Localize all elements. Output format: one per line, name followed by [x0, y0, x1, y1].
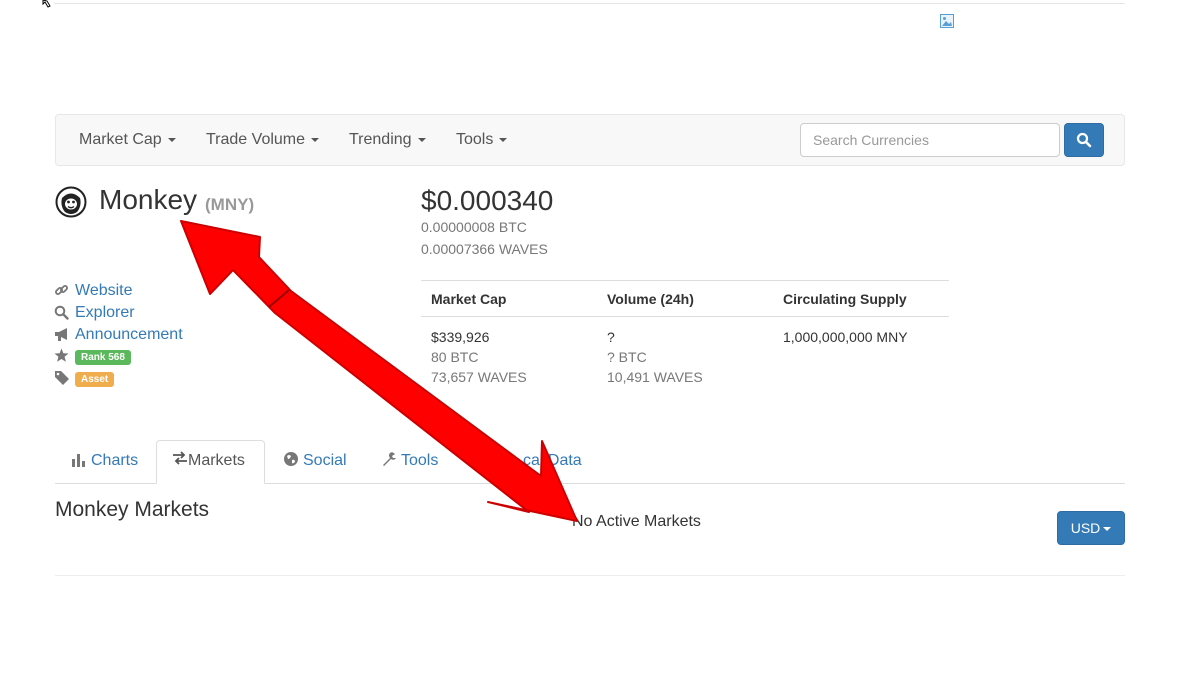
- currency-dropdown-button[interactable]: USD: [1057, 511, 1125, 545]
- tab-tools[interactable]: Tools: [381, 441, 438, 483]
- caret-down-icon: [167, 137, 176, 142]
- stats-header-border: [421, 316, 949, 317]
- star-icon: [54, 348, 69, 362]
- caret-down-icon: [417, 137, 426, 142]
- coin-logo-icon: [55, 186, 87, 218]
- type-badge: Asset: [75, 372, 115, 387]
- link-icon: [55, 285, 68, 295]
- volume-usd: ?: [607, 329, 615, 345]
- tag-icon: [55, 371, 69, 385]
- tab-social-label: Social: [303, 452, 347, 469]
- website-label: Website: [75, 282, 133, 299]
- tab-historical-data[interactable]: cal Data: [472, 441, 582, 483]
- announcement-label: Announcement: [75, 326, 183, 343]
- nav-market-cap[interactable]: Market Cap: [79, 115, 176, 165]
- top-divider: [54, 3, 1125, 4]
- nav-trade-volume[interactable]: Trade Volume: [206, 115, 320, 165]
- tab-historical-data-label: cal Data: [523, 452, 582, 469]
- tab-charts-label: Charts: [91, 452, 139, 469]
- nav-trending[interactable]: Trending: [349, 115, 426, 165]
- volume-btc: ? BTC: [607, 349, 647, 365]
- currency-label: USD: [1070, 520, 1101, 536]
- caret-down-icon: [311, 137, 320, 142]
- caret-down-icon: [1103, 527, 1112, 532]
- rank-badge: Rank 568: [75, 350, 131, 365]
- search-input[interactable]: [800, 123, 1060, 157]
- circulating-supply: 1,000,000,000 MNY: [783, 329, 908, 345]
- nav-market-cap-label: Market Cap: [79, 131, 162, 148]
- explorer-label: Explorer: [75, 304, 135, 321]
- section-divider: [55, 575, 1125, 576]
- wrench-icon: [383, 452, 396, 466]
- supply-header: Circulating Supply: [783, 291, 907, 307]
- mouse-cursor-icon: [42, 0, 51, 8]
- coin-symbol: (MNY): [205, 195, 255, 214]
- nav-trade-volume-label: Trade Volume: [206, 131, 306, 148]
- search-icon: [54, 305, 69, 320]
- red-double-arrow-annotation: [180, 220, 578, 522]
- stats-top-border: [421, 280, 949, 281]
- price-waves: 0.00007366 WAVES: [421, 241, 548, 257]
- nav-tools[interactable]: Tools: [456, 115, 508, 165]
- no-markets-text: No Active Markets: [572, 513, 701, 530]
- broken-image-icon: [940, 14, 954, 28]
- market-cap-header: Market Cap: [431, 291, 507, 307]
- bullhorn-icon: [55, 328, 67, 341]
- market-cap-waves: 73,657 WAVES: [431, 369, 527, 385]
- tab-social[interactable]: Social: [283, 441, 347, 483]
- caret-down-icon: [499, 137, 508, 142]
- market-cap-btc: 80 BTC: [431, 349, 479, 365]
- volume-waves: 10,491 WAVES: [607, 369, 703, 385]
- coin-name: Monkey: [99, 184, 198, 215]
- navbar: Market Cap Trade Volume Trending Tools: [55, 114, 1125, 166]
- tab-markets-label: Markets: [188, 452, 245, 469]
- market-cap-usd: $339,926: [431, 329, 490, 345]
- price-btc: 0.00000008 BTC: [421, 219, 527, 235]
- tab-tools-label: Tools: [401, 452, 439, 469]
- search-icon: [1076, 132, 1092, 148]
- tab-markets[interactable]: Markets: [172, 441, 245, 483]
- volume-header: Volume (24h): [607, 291, 694, 307]
- calendar-icon: [472, 454, 487, 467]
- price-usd: $0.000340: [421, 185, 554, 216]
- search-button[interactable]: [1064, 123, 1104, 157]
- nav-trending-label: Trending: [349, 131, 412, 148]
- bar-chart-icon: [72, 454, 85, 467]
- exchange-icon: [173, 451, 187, 465]
- tab-charts[interactable]: Charts: [71, 441, 138, 483]
- markets-title: Monkey Markets: [55, 498, 210, 521]
- globe-icon: [284, 452, 298, 466]
- nav-tools-label: Tools: [456, 131, 494, 148]
